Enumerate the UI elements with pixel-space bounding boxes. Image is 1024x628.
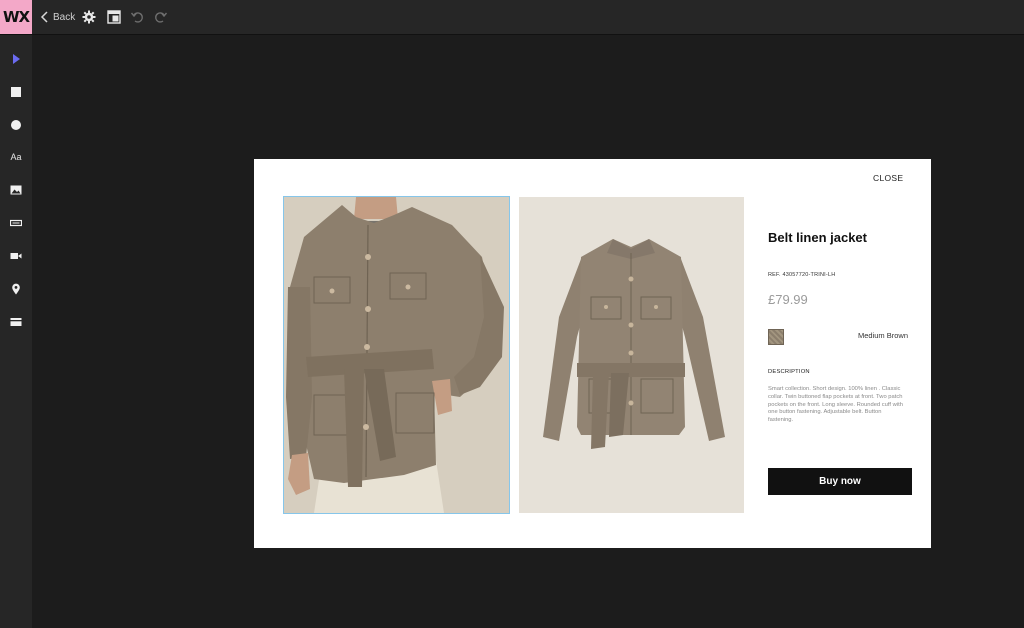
tool-button[interactable] bbox=[0, 212, 32, 234]
tool-select[interactable] bbox=[0, 48, 32, 70]
chevron-left-icon bbox=[40, 11, 48, 23]
app-logo: WX bbox=[0, 0, 32, 34]
product-title: Belt linen jacket bbox=[768, 230, 867, 245]
square-icon bbox=[11, 87, 21, 97]
button-icon bbox=[10, 219, 22, 227]
close-button[interactable]: CLOSE bbox=[873, 173, 903, 183]
settings-button[interactable] bbox=[82, 0, 96, 34]
layout-icon bbox=[107, 10, 121, 24]
cursor-arrow-icon bbox=[13, 54, 20, 64]
back-button[interactable]: Back bbox=[40, 0, 75, 34]
flat-jacket-image bbox=[519, 197, 744, 513]
left-toolbar: Aa bbox=[0, 35, 32, 628]
card-icon bbox=[10, 318, 22, 326]
product-ref: REF. 43057720-TRINI-LH bbox=[768, 272, 836, 278]
product-photo-flat[interactable] bbox=[519, 197, 744, 513]
tool-image[interactable] bbox=[0, 179, 32, 201]
redo-button[interactable] bbox=[154, 0, 168, 34]
redo-icon bbox=[155, 12, 168, 23]
tool-map[interactable] bbox=[0, 278, 32, 300]
tool-video[interactable] bbox=[0, 245, 32, 267]
tool-circle[interactable] bbox=[0, 114, 32, 136]
image-icon bbox=[10, 185, 22, 195]
buy-now-button[interactable]: Buy now bbox=[768, 468, 912, 495]
model-photo-image bbox=[284, 197, 509, 513]
product-price: £79.99 bbox=[768, 292, 808, 307]
color-swatch[interactable] bbox=[768, 329, 784, 345]
product-photo-model[interactable] bbox=[283, 196, 510, 514]
text-tool-label: Aa bbox=[10, 152, 22, 162]
tool-rectangle[interactable] bbox=[0, 81, 32, 103]
back-label: Back bbox=[53, 11, 76, 23]
circle-icon bbox=[11, 120, 21, 130]
color-name: Medium Brown bbox=[857, 331, 908, 340]
tool-text[interactable]: Aa bbox=[0, 146, 32, 168]
product-quickview-panel[interactable]: CLOSE Belt linen jacket REF. 43057720-TR… bbox=[254, 159, 931, 548]
product-description: Smart collection. Short design. 100% lin… bbox=[768, 386, 903, 424]
undo-button[interactable] bbox=[130, 0, 144, 34]
top-toolbar: WX Back bbox=[0, 0, 1024, 35]
map-pin-icon bbox=[12, 283, 20, 295]
video-camera-icon bbox=[10, 253, 22, 259]
undo-icon bbox=[130, 12, 143, 23]
layout-button[interactable] bbox=[107, 0, 121, 34]
description-heading: DESCRIPTION bbox=[768, 369, 810, 375]
gear-icon bbox=[82, 10, 96, 24]
tool-card[interactable] bbox=[0, 311, 32, 333]
